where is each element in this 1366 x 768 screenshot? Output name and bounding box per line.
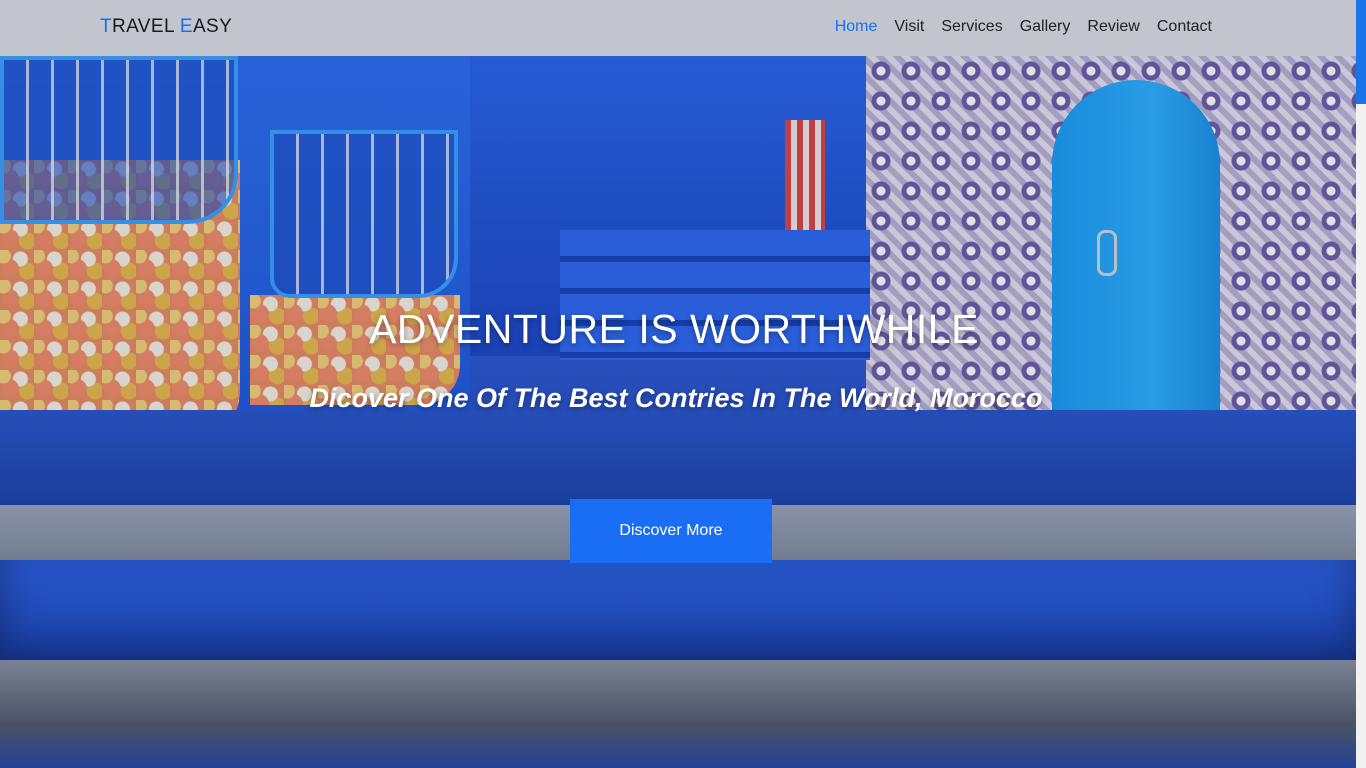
logo-text-asy: ASY [192, 16, 233, 37]
nav-services[interactable]: Services [941, 18, 1002, 36]
nav-visit[interactable]: Visit [894, 18, 924, 36]
nav-menu: Home Visit Services Gallery Review Conta… [835, 18, 1212, 36]
nav-home[interactable]: Home [835, 18, 878, 36]
logo-text-ravel: RAVEL [112, 16, 180, 37]
nav-review[interactable]: Review [1087, 18, 1139, 36]
page-scrollbar[interactable] [1356, 0, 1366, 768]
site-logo[interactable]: TRAVEL EASY [100, 16, 232, 38]
hero-background: ADVENTURE IS WORTHWHILE Dicover One Of T… [0, 0, 1356, 768]
top-navbar: TRAVEL EASY Home Visit Services Gallery … [0, 0, 1356, 56]
logo-letter-t: T [100, 16, 113, 37]
logo-letter-e: E [179, 16, 193, 37]
scrollbar-thumb[interactable] [1356, 0, 1366, 104]
hero-title: ADVENTURE IS WORTHWHILE [369, 306, 979, 352]
discover-more-button[interactable]: Discover More [570, 499, 772, 563]
nav-contact[interactable]: Contact [1157, 18, 1212, 36]
nav-gallery[interactable]: Gallery [1020, 18, 1071, 36]
hero-subtitle: Dicover One Of The Best Contries In The … [309, 383, 1043, 413]
